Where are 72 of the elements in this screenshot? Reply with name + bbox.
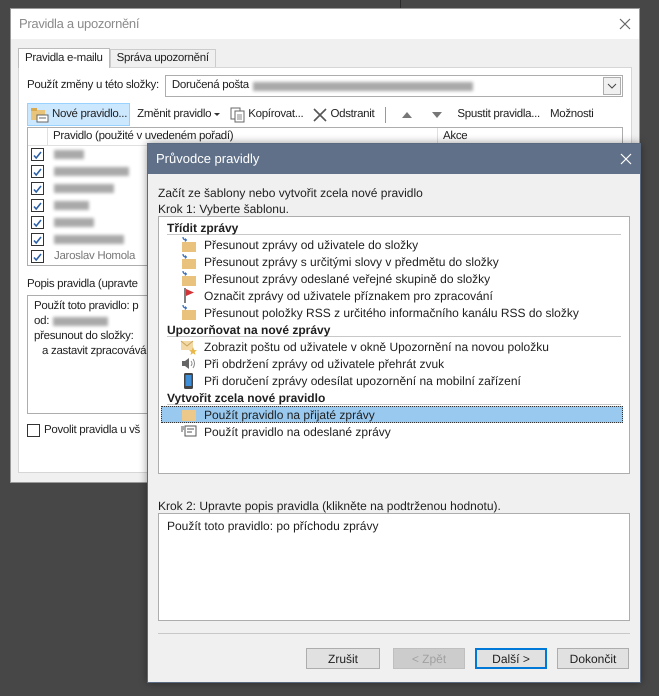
triangle-up-icon — [402, 110, 412, 118]
toolbar-button[interactable]: Spustit pravidla... — [454, 103, 543, 126]
close-icon — [620, 153, 632, 165]
move-to-folder-icon — [180, 270, 198, 288]
dropdown-value: Doručená pošta — [172, 78, 249, 94]
section-label: Popis pravidla (upravte — [27, 277, 138, 292]
dialog-button[interactable]: Dokončit — [557, 648, 629, 669]
template-item[interactable]: Označit zprávy od uživatele příznakem pro zpracování — [161, 287, 623, 304]
step-label: Krok 2: Upravte popis pravidla (klikněte na podtrženou hodnotu). — [158, 498, 502, 513]
checkbox[interactable] — [31, 250, 44, 263]
move-to-folder-icon — [180, 252, 198, 270]
toolbar-button[interactable]: Možnosti — [546, 103, 597, 126]
template-item[interactable]: Přesunout zprávy od uživatele do složky — [161, 236, 623, 253]
checkbox[interactable] — [31, 233, 44, 246]
window-title: Pravidla a upozornění — [19, 15, 140, 34]
description-line: a zastavit zpracovává — [42, 344, 146, 360]
checkbox[interactable] — [27, 424, 40, 438]
tab[interactable]: Pravidla e-mailu — [18, 48, 110, 68]
dialog-button[interactable]: Zrušit — [306, 648, 380, 669]
check-icon — [32, 200, 43, 210]
template-item[interactable]: Přesunout zprávy s určitými slovy v předmětu do složky — [161, 253, 623, 270]
copy-icon — [230, 106, 246, 122]
chevron-down-icon — [607, 83, 617, 89]
folder-rule-icon — [30, 106, 49, 123]
move-to-folder-icon — [180, 236, 198, 254]
check-icon — [32, 184, 43, 194]
description-line: Použít toto pravidlo: po příchodu zprávy — [167, 519, 378, 533]
check-icon — [32, 252, 43, 262]
template-item[interactable]: Při obdržení zprávy od uživatele přehrát zvuk — [161, 355, 623, 372]
checkbox[interactable] — [31, 182, 44, 195]
envelope-star-icon — [180, 338, 198, 356]
description-line: od: — [34, 314, 50, 330]
toolbar-button[interactable]: Změnit pravidlo — [134, 103, 224, 126]
move-to-folder-icon — [180, 304, 198, 322]
group-heading: Třídit zprávy — [167, 219, 621, 235]
template-item[interactable]: Zobrazit poštu od uživatele v okně Upozornění na novou položku — [161, 338, 623, 355]
template-item[interactable]: Přesunout zprávy odeslané veřejné skupině do složky — [161, 270, 623, 287]
rule-name: Jaroslav Homola — [54, 248, 136, 264]
template-item[interactable]: Použít pravidlo na přijaté zprávy — [161, 406, 623, 423]
toolbar-button[interactable]: Odstranit — [310, 103, 378, 126]
checkbox[interactable] — [31, 148, 44, 161]
checkbox[interactable] — [31, 165, 44, 178]
description-line: přesunout do složky: — [34, 329, 134, 344]
checkbox[interactable] — [31, 216, 44, 229]
intro-text: Začít ze šablony nebo vytvořit zcela nové pravidlo — [158, 185, 424, 200]
check-icon — [32, 150, 43, 160]
toolbar-button[interactable]: Kopírovat... — [227, 103, 306, 126]
toolbar-button[interactable]: Nové pravidlo... — [27, 103, 130, 126]
dropdown-button[interactable] — [603, 77, 621, 95]
check-icon — [32, 234, 43, 244]
checkbox-label: Povolit pravidla u vš — [44, 423, 140, 438]
window-title: Průvodce pravidly — [156, 150, 260, 168]
description-line: Použít toto pravidlo: p — [34, 299, 138, 314]
triangle-down-icon — [432, 110, 442, 118]
step-label: Krok 1: Vyberte šablonu. — [158, 201, 290, 216]
check-icon — [32, 166, 43, 176]
check-icon — [32, 218, 43, 228]
field-label: Použít změny u této složky: — [27, 78, 159, 94]
column-header[interactable]: Pravidlo (použité v uvedeném pořadí) — [53, 130, 234, 142]
template-item[interactable]: Přesunout položky RSS z určitého informačního kanálu RSS do složky — [161, 304, 623, 321]
delete-icon — [313, 108, 328, 122]
group-heading: Vytvořit zcela nové pravidlo — [167, 389, 621, 405]
caret-icon — [214, 112, 220, 116]
template-item[interactable]: Použít pravidlo na odeslané zprávy — [161, 423, 623, 440]
folder-dropdown[interactable]: Doručená pošta — [164, 75, 623, 97]
close-icon — [619, 18, 631, 30]
template-item[interactable]: Při doručení zprávy odesílat upozornění na mobilní zařízení — [161, 372, 623, 389]
column-header[interactable]: Akce — [443, 130, 468, 142]
tab[interactable]: Správa upozornění — [110, 49, 216, 67]
group-heading: Upozorňovat na nové zprávy — [167, 321, 621, 337]
checkbox[interactable] — [31, 199, 44, 212]
dialog-button[interactable]: Další > — [475, 648, 547, 669]
